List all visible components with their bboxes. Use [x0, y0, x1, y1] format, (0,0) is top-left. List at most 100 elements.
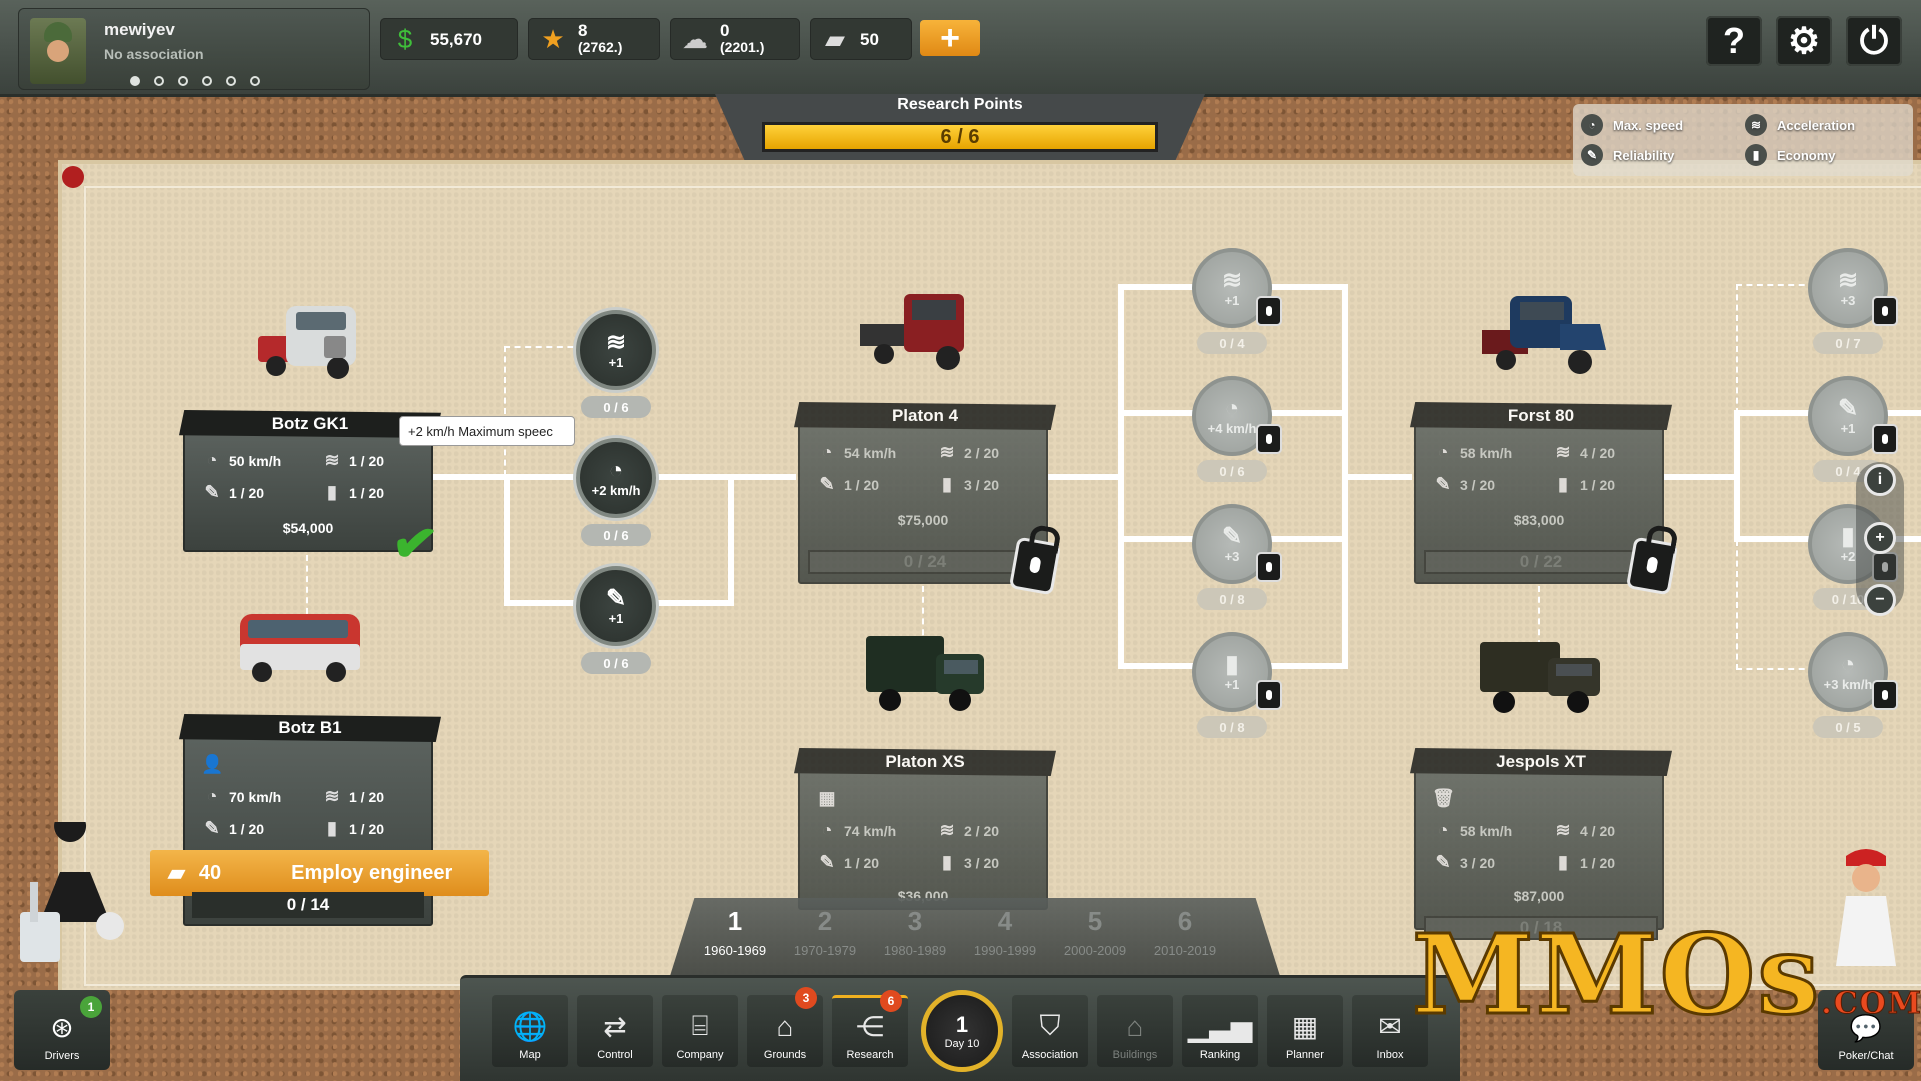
zoom-in-icon[interactable]: +	[1864, 522, 1896, 554]
upgrade-count: 0 / 8	[1197, 588, 1267, 610]
speed-icon: ◔	[608, 456, 624, 484]
community-display: ☁ 0 (2201.)	[670, 18, 800, 60]
fuel-icon: ▮	[942, 852, 952, 872]
avatar[interactable]	[30, 18, 86, 84]
shield-icon: ⛉	[1039, 1010, 1061, 1041]
steering-wheel-icon: ⊛	[50, 1012, 74, 1043]
lock-icon	[1256, 424, 1282, 454]
decade-tab-5[interactable]: 5 2000-2009	[1050, 906, 1140, 958]
speed-icon: ◔	[821, 820, 833, 840]
acceleration-icon: ≋	[1745, 114, 1767, 136]
vehicle-economy: 3 / 20	[964, 476, 1000, 493]
engineer-icon[interactable]	[10, 822, 136, 972]
wrench-icon: ✎	[1221, 522, 1243, 550]
decade-tab-3[interactable]: 3 1980-1989	[870, 906, 960, 958]
speed-icon: ◔	[821, 442, 833, 462]
lock-icon	[1625, 536, 1679, 596]
decade-tab-2[interactable]: 2 1970-1979	[780, 906, 870, 958]
research-tree-icon: ⋲	[856, 1011, 884, 1042]
employ-cost: 40	[198, 861, 222, 884]
vehicle-card-platon-xs[interactable]: Platon XS ▦ ◔ 74 km/h ≋ 2 / 20 ✎ 1 / 20 ▮ 3 …	[794, 748, 1056, 910]
drivers-button[interactable]: 1 ⊛ Drivers	[14, 990, 110, 1070]
lock-icon	[1872, 296, 1898, 326]
upgrade-count: 0 / 6	[581, 652, 651, 674]
envelope-icon: ✉	[1378, 1011, 1402, 1042]
vehicle-price: $75,000	[897, 512, 949, 528]
nav-company[interactable]: ⌸ Company	[662, 995, 738, 1067]
vehicle-accel: 4 / 20	[1580, 822, 1616, 839]
nav-ranking[interactable]: ▁▃▅ Ranking	[1182, 995, 1258, 1067]
player-name: mewiyev	[104, 20, 175, 39]
decade-tab-6[interactable]: 6 2010-2019	[1140, 906, 1230, 958]
truck-jespols-xt-image[interactable]	[1478, 632, 1608, 722]
drivers-badge: 1	[80, 996, 102, 1018]
legend-acceleration: ≋ Acceleration	[1745, 114, 1855, 136]
nav-map[interactable]: 🌐 Map	[492, 995, 568, 1067]
gold-bar-icon: ▰	[825, 23, 845, 54]
desk-icon: ⌸	[691, 1010, 709, 1041]
gear-icon: ⚙	[1787, 20, 1821, 61]
gold-value: 50	[860, 29, 879, 49]
zoom-out-icon[interactable]: −	[1864, 584, 1896, 616]
upgrade-node-max-speed[interactable]: ◔ +2 km/h	[576, 438, 656, 518]
vehicle-name: Botz B1	[179, 714, 441, 742]
vehicle-name: Forst 80	[1410, 402, 1672, 430]
control-icon: ⇄	[603, 1011, 627, 1042]
player-profile[interactable]: mewiyev No association	[18, 8, 370, 90]
money-display: $55,670	[380, 18, 518, 60]
employ-engineer-button[interactable]: ▰ 40 Employ engineer	[150, 850, 489, 896]
truck-botz-gk1-image[interactable]	[246, 296, 376, 386]
info-icon[interactable]: i	[1864, 464, 1896, 496]
stars-sub: (2762.)	[578, 39, 623, 55]
research-points-bar: 6 / 6	[762, 122, 1158, 152]
cargo-icon: ▦	[818, 788, 836, 808]
wrench-icon: ✎	[204, 482, 220, 502]
fuel-icon: ▮	[1745, 144, 1767, 166]
acceleration-icon: ≋	[324, 450, 340, 470]
fuel-icon: ▮	[1225, 650, 1239, 678]
research-points-label: Research Points	[897, 96, 1023, 113]
buy-gold-button[interactable]: +	[920, 19, 980, 57]
vehicle-reliability: 1 / 20	[229, 484, 265, 501]
truck-platon-4-image[interactable]	[860, 288, 990, 378]
vehicle-card-forst-80[interactable]: Forst 80 ◔ 58 km/h ≋ 4 / 20 ✎ 3 / 20 ▮ 1 / 2…	[1410, 402, 1672, 584]
nav-grounds[interactable]: 3 ⌂ Grounds	[747, 987, 823, 1067]
vehicle-economy: 1 / 20	[1580, 854, 1616, 871]
profile-page-dots[interactable]	[130, 76, 260, 86]
bus-botz-b1-image[interactable]	[236, 600, 366, 690]
help-button[interactable]: ?	[1706, 16, 1762, 66]
speed-icon: ◔	[206, 450, 218, 470]
upgrade-node-reliability[interactable]: ✎ +1	[576, 566, 656, 646]
nav-control[interactable]: ⇄ Control	[577, 995, 653, 1067]
vehicle-card-platon-4[interactable]: Platon 4 ◔ 54 km/h ≋ 2 / 20 ✎ 1 / 20 ▮ 3 / 2…	[794, 402, 1056, 584]
fuel-icon: ▮	[1558, 474, 1568, 494]
vehicle-name: Jespols XT	[1410, 748, 1672, 776]
tooltip: +2 km/h Maximum speec	[399, 416, 575, 446]
acceleration-icon: ≋	[939, 442, 955, 462]
vehicle-card-jespols-xt[interactable]: Jespols XT 🗑 ◔ 58 km/h ≋ 4 / 20 ✎ 3 / 20 ▮ 1…	[1410, 748, 1672, 940]
truck-platon-xs-image[interactable]	[862, 630, 992, 720]
vehicle-speed: 50 km/h	[229, 452, 282, 469]
nav-planner[interactable]: ▦ Planner	[1267, 995, 1343, 1067]
nav-buildings[interactable]: ⌂ Buildings	[1097, 995, 1173, 1067]
lock-icon	[1872, 680, 1898, 710]
decade-tab-1[interactable]: 1 1960-1969	[690, 906, 780, 958]
vehicle-reliability: 1 / 20	[229, 820, 265, 837]
lock-icon	[1008, 536, 1062, 596]
upgrade-node-acceleration[interactable]: ≋ +1	[576, 310, 656, 390]
truck-forst-80-image[interactable]	[1480, 290, 1610, 380]
acceleration-icon: ≋	[1221, 266, 1243, 294]
nav-association[interactable]: ⛉ Association	[1012, 995, 1088, 1067]
dollar-icon: $	[397, 23, 413, 54]
nav-research[interactable]: 6 ⋲ Research	[832, 990, 908, 1067]
logout-button[interactable]: ⏻	[1846, 16, 1902, 66]
checkmark-icon: ✔	[387, 511, 442, 577]
legend-economy: ▮ Economy	[1745, 144, 1836, 166]
day-clock[interactable]: 1 Day 10	[921, 990, 1003, 1072]
vehicle-speed: 74 km/h	[844, 822, 897, 839]
settings-button[interactable]: ⚙	[1776, 16, 1832, 66]
wrench-icon: ✎	[204, 818, 220, 838]
decade-tab-4[interactable]: 4 1990-1999	[960, 906, 1050, 958]
vehicle-accel: 1 / 20	[349, 788, 385, 805]
trash-icon: 🗑	[1432, 788, 1455, 808]
